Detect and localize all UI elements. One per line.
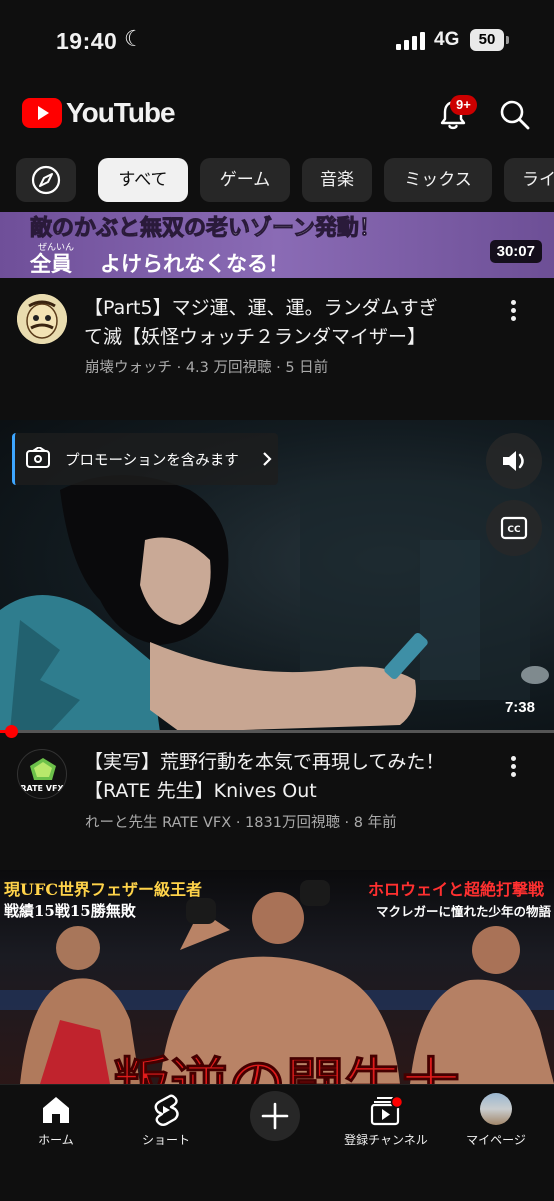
thumbnail-caption: 全員 <box>30 252 72 276</box>
chip-all[interactable]: すべて <box>98 158 188 202</box>
thumbnail-caption: 戦績15戦15勝無敗 <box>4 902 136 920</box>
nav-shorts[interactable]: ショート <box>111 1093 221 1153</box>
create-button[interactable] <box>250 1091 300 1141</box>
volume-icon <box>503 451 524 471</box>
channel-avatar-text: RATE VFX <box>20 784 64 793</box>
video-thumbnail[interactable]: 敵のかぶと無双の老いゾーン発動！ ぜんいん 全員 よけられなくなる！ 30:07 <box>0 212 554 278</box>
captions-icon: CC <box>500 516 528 540</box>
promotion-icon <box>26 447 50 468</box>
video-player[interactable]: プロモーションを含みます CC 7:38 <box>0 420 554 732</box>
compass-icon <box>31 165 61 195</box>
clock: 19:40 <box>56 28 118 54</box>
chip-live[interactable]: ライ <box>504 158 554 202</box>
video-title[interactable]: 【実写】荒野行動を本気で再現してみた！ 【RATE 先生】Knives Out <box>84 748 484 806</box>
progress-bar[interactable] <box>0 725 554 738</box>
signal-icon <box>396 32 425 50</box>
more-options-icon[interactable] <box>504 752 524 782</box>
captions-button[interactable]: CC <box>486 500 542 556</box>
svg-text:CC: CC <box>507 525 521 535</box>
nav-label: ショート <box>141 1133 190 1147</box>
mute-button[interactable] <box>486 433 542 489</box>
thumbnail-caption: 敵のかぶと無双の老いゾーン発動！ <box>30 216 382 242</box>
progress-handle[interactable] <box>5 725 19 738</box>
plus-icon <box>261 1102 289 1130</box>
network-type: 4G <box>434 29 460 50</box>
nav-label: マイページ <box>466 1133 526 1147</box>
youtube-logo-icon[interactable] <box>22 98 62 128</box>
battery-icon: 50 <box>470 29 504 51</box>
thumbnail-caption: 現UFC世界フェザー級王者 <box>4 880 203 899</box>
youtube-logo-text[interactable]: YouTube <box>66 97 176 129</box>
explore-chip[interactable] <box>16 158 76 202</box>
title-line: 【Part5】マジ運、運、運。ランダムすぎ <box>84 297 438 319</box>
avatar[interactable] <box>17 294 67 344</box>
chevron-right-icon <box>263 452 272 466</box>
chip-mix[interactable]: ミックス <box>384 158 492 202</box>
title-line: 【RATE 先生】Knives Out <box>84 780 317 802</box>
thumbnail-caption: マクレガーに憧れた少年の物語 <box>376 904 552 919</box>
notification-badge: 9+ <box>450 95 477 115</box>
chip-game[interactable]: ゲーム <box>200 158 290 202</box>
nav-label: ホーム <box>38 1133 74 1147</box>
battery-tip <box>506 36 509 44</box>
thumbnail-caption: ホロウェイと超絶打撃戦 <box>368 880 545 899</box>
status-bar: 19:40 ☾ 4G 50 <box>0 0 554 84</box>
focus-moon-icon: ☾ <box>124 27 144 52</box>
avatar[interactable]: RATE VFX <box>17 749 67 799</box>
promotion-label: プロモーションを含みます <box>65 453 239 469</box>
more-options-icon[interactable] <box>504 296 524 326</box>
nav-home[interactable]: ホーム <box>1 1093 111 1153</box>
video-duration: 7:38 <box>504 699 535 716</box>
bottom-navigation: ホーム ショート 登録チャンネル マイページ <box>0 1084 554 1201</box>
nav-my-page[interactable]: マイページ <box>441 1093 551 1153</box>
nav-label: 登録チャンネル <box>344 1133 428 1147</box>
home-icon <box>43 1097 69 1123</box>
promotion-banner[interactable]: プロモーションを含みます <box>12 433 278 485</box>
video-meta: 崩壊ウォッチ · 4.3 万回視聴 · 5 日前 <box>85 360 329 376</box>
thumbnail-caption: よけられなくなる！ <box>100 252 289 276</box>
chip-music[interactable]: 音楽 <box>302 158 372 202</box>
video-thumbnail[interactable]: 現UFC世界フェザー級王者 戦績15戦15勝無敗 ホロウェイと超絶打撃戦 マクレ… <box>0 870 554 1084</box>
video-meta: れーと先生 RATE VFX · 1831万回視聴 · 8 年前 <box>85 815 397 831</box>
search-icon[interactable] <box>498 98 532 132</box>
nav-subscriptions[interactable]: 登録チャンネル <box>331 1093 441 1153</box>
video-title[interactable]: 【Part5】マジ運、運、運。ランダムすぎ て滅【妖怪ウォッチ２ランダマイザー】 <box>84 294 484 352</box>
title-line: 【実写】荒野行動を本気で再現してみた！ <box>84 751 445 773</box>
shorts-icon <box>154 1094 179 1126</box>
thumbnail-title-text: 叛逆の闘牛士 <box>111 1038 460 1085</box>
channel-avatar-icon <box>17 294 67 344</box>
title-line: て滅【妖怪ウォッチ２ランダマイザー】 <box>84 326 427 348</box>
video-duration: 30:07 <box>489 240 542 263</box>
subscriptions-icon <box>370 1095 404 1126</box>
avatar <box>480 1093 512 1125</box>
